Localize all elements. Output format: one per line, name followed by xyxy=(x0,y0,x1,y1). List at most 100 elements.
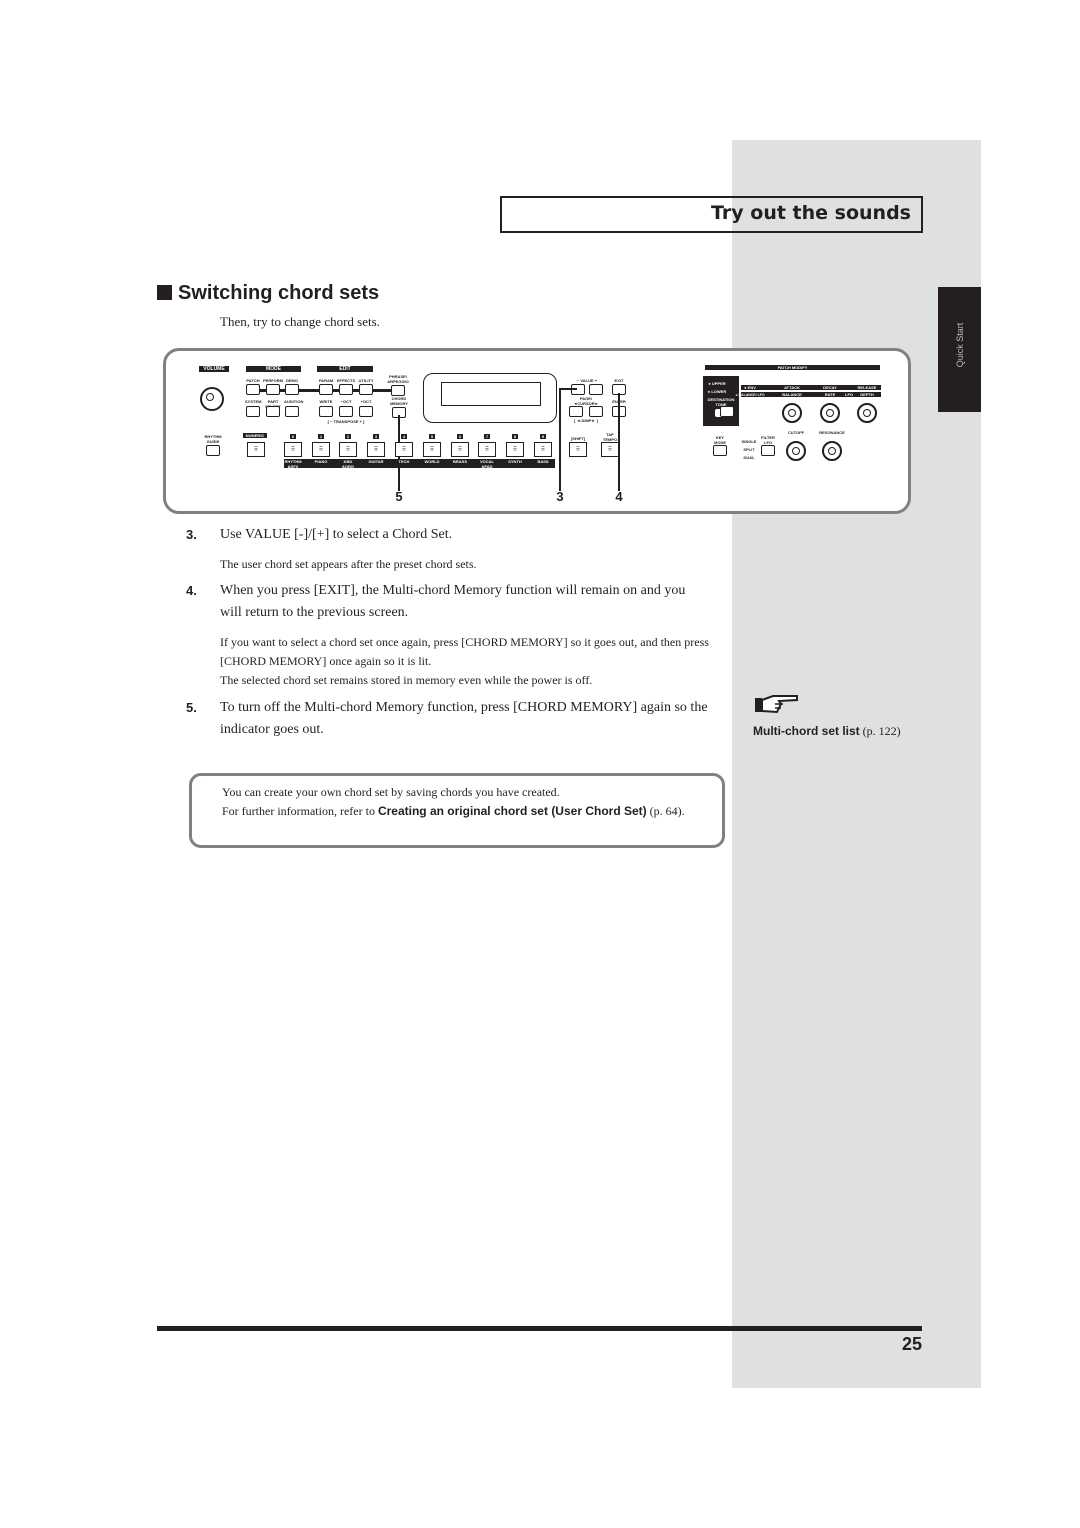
number-label: 6 xyxy=(457,434,463,439)
top-button xyxy=(359,384,373,395)
lcd-display xyxy=(423,373,557,423)
top-button xyxy=(319,384,333,395)
cursor-left-button xyxy=(569,406,583,417)
top-button-label: PATCH xyxy=(246,378,260,383)
top-button xyxy=(339,384,353,395)
decay-knob xyxy=(820,403,840,423)
filter-lfo-button xyxy=(761,445,775,456)
step-note: If you want to select a chord set once a… xyxy=(220,635,709,668)
second-button xyxy=(246,406,260,417)
square-bullet-icon xyxy=(157,285,172,300)
step-number: 5. xyxy=(186,700,197,715)
memo-suffix: (p. 64). xyxy=(646,804,685,818)
phrase-arpeggio-label: PHRASE/ ARPEGGIO xyxy=(387,374,409,384)
category-pad: ⠿ xyxy=(395,442,413,457)
callout-line-3 xyxy=(559,389,561,491)
number-label: 2 xyxy=(345,434,351,439)
second-button-label: AUDITION xyxy=(284,399,304,404)
volume-knob xyxy=(200,387,224,411)
memo-box: You can create your own chord set by sav… xyxy=(189,773,725,848)
category-label: BRASS xyxy=(452,459,467,464)
category-pad: ⠿ xyxy=(284,442,302,457)
number-label: 5 xyxy=(429,434,435,439)
top-button-label: EFFECTS xyxy=(336,378,356,383)
number-label: 3 xyxy=(373,434,379,439)
destination-block: ● UPPER ● LOWER DESTINATION TONE xyxy=(703,376,739,426)
step-number: 4. xyxy=(186,583,197,598)
header-box: Try out the sounds xyxy=(500,196,923,233)
second-button-label: −OCT xyxy=(340,399,352,404)
rhythm-guide-label: RHYTHM GUIDE xyxy=(204,434,222,444)
lfo-param-label: LFO xyxy=(845,391,853,397)
category-label: SYNTH xyxy=(508,459,522,464)
tap-tempo-pad: ⠿ xyxy=(601,442,619,457)
value-label: − VALUE + xyxy=(576,378,598,383)
jump-label: [ ◄JUMP► ] xyxy=(574,418,598,423)
category-label: BASS xyxy=(537,459,549,464)
category-label: KBD &ORG xyxy=(342,459,354,469)
resonance-label: RESONANCE xyxy=(819,430,845,435)
reference-page: (p. 122) xyxy=(859,724,901,738)
value-plus-button xyxy=(589,384,603,395)
attack-knob xyxy=(782,403,802,423)
number-label: 4 xyxy=(401,434,407,439)
panel-diagram: VOLUME MODE EDIT PHRASE/ ARPEGGIO CHORD … xyxy=(163,348,911,514)
number-label: 0 xyxy=(290,434,296,439)
release-knob xyxy=(857,403,877,423)
callout-4: 4 xyxy=(615,489,623,504)
key-mode-option: DUAL xyxy=(743,455,755,460)
second-button xyxy=(359,406,373,417)
phrase-arpeggio-button xyxy=(391,385,405,396)
top-button-label: DEMO xyxy=(286,378,298,383)
mode-label: MODE xyxy=(246,366,301,372)
filter-lfo-label: FILTER LFO xyxy=(761,435,775,445)
number-label: 7 xyxy=(484,434,490,439)
cutoff-knob xyxy=(786,441,806,461)
page-cursor-label: PAGE/ ◄CURSOR► xyxy=(573,396,599,406)
memo-line: You can create your own chord set by sav… xyxy=(222,785,560,799)
category-pad: ⠿ xyxy=(534,442,552,457)
category-pad: ⠿ xyxy=(451,442,469,457)
category-pad: ⠿ xyxy=(312,442,330,457)
second-button-label: SYSTEM xyxy=(245,399,262,404)
second-button xyxy=(339,406,353,417)
key-mode-label: KEY MODE xyxy=(714,435,726,445)
reference: Multi-chord set list (p. 122) xyxy=(753,692,903,742)
section-title-text: Switching chord sets xyxy=(178,282,380,304)
category-pad: ⠿ xyxy=(506,442,524,457)
patch-modify-label: PATCH MODIFY xyxy=(705,365,880,370)
edit-label: EDIT xyxy=(317,366,373,372)
category-label: VOCAL &PAD xyxy=(480,459,494,469)
resonance-knob xyxy=(822,441,842,461)
category-label: GUITAR xyxy=(368,459,384,464)
number-label: 1 xyxy=(318,434,324,439)
step-text: To turn off the Multi-chord Memory funct… xyxy=(220,700,708,737)
transpose-label: [ − TRANSPOSE + ] xyxy=(327,419,365,424)
top-button xyxy=(285,384,299,395)
category-label: TECH xyxy=(398,459,410,464)
env-param-label: RELEASE xyxy=(857,384,877,390)
step-text: When you press [EXIT], the Multi-chord M… xyxy=(220,583,686,620)
top-button xyxy=(246,384,260,395)
top-button-label: UTILITY xyxy=(358,378,374,383)
env-label: ● ENV xyxy=(744,384,756,390)
numeric-pad: ⠿ xyxy=(247,442,265,457)
category-pad: ⠿ xyxy=(478,442,496,457)
callout-line-3-h xyxy=(559,388,577,390)
chord-memory-label: CHORD MEMORY xyxy=(390,396,408,406)
lfo-param-label: RATE xyxy=(824,391,836,397)
category-label: WORLD xyxy=(424,459,440,464)
exit-label: EXIT xyxy=(614,378,624,383)
lfo-param-label: BALANCE xyxy=(782,391,802,397)
shift-pad: ⠿ xyxy=(569,442,587,457)
step-text: Use VALUE [-]/[+] to select a Chord Set. xyxy=(220,527,453,542)
memo-link[interactable]: Creating an original chord set (User Cho… xyxy=(378,804,647,818)
tap-tempo-label: TAP TEMPO xyxy=(602,432,618,442)
second-button-label: WRITE xyxy=(319,399,333,404)
header-title: Try out the sounds xyxy=(711,202,911,224)
quick-start-label: Quick Start xyxy=(955,322,965,368)
reference-link[interactable]: Multi-chord set list xyxy=(753,724,860,738)
second-button-label: +OCT xyxy=(360,399,372,404)
lower-indicator: ● LOWER xyxy=(707,389,727,394)
shift-label: [SHIFT] xyxy=(570,436,586,441)
